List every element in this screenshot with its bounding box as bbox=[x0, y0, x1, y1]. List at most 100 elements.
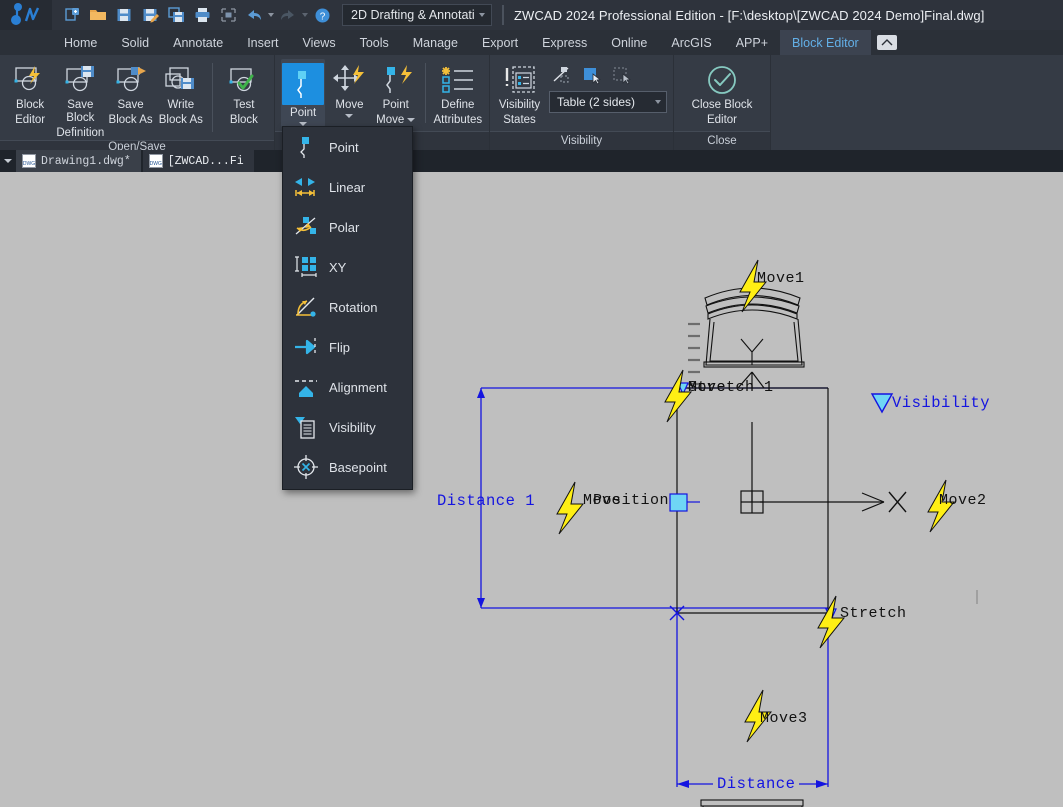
help-icon[interactable]: ? bbox=[310, 4, 334, 26]
make-invisible-icon[interactable] bbox=[549, 63, 575, 87]
close-block-editor-button[interactable]: Close Block Editor bbox=[680, 59, 764, 127]
tab-home[interactable]: Home bbox=[52, 30, 109, 55]
dwg-file-icon: DWG bbox=[22, 154, 36, 168]
action-bolt-stretch[interactable] bbox=[817, 595, 846, 649]
visibility-parameter-label: Visibility bbox=[892, 394, 991, 412]
point-parameter-button[interactable]: Point bbox=[281, 59, 326, 127]
tab-online[interactable]: Online bbox=[599, 30, 659, 55]
test-block-button[interactable]: Test Block bbox=[220, 59, 268, 127]
tab-annotate[interactable]: Annotate bbox=[161, 30, 235, 55]
write-block-as-icon bbox=[163, 63, 199, 97]
test-block-label-1: Test bbox=[233, 99, 255, 111]
minimize-ribbon-button[interactable] bbox=[876, 35, 897, 50]
visibility-states-button[interactable]: Visibility States bbox=[496, 59, 543, 127]
menu-item-label: Point bbox=[329, 139, 359, 155]
menu-item-flip[interactable]: Flip bbox=[283, 327, 412, 367]
menu-item-xy[interactable]: XY bbox=[283, 247, 412, 287]
workspace-label: 2D Drafting & Annotati bbox=[351, 8, 475, 22]
tab-express[interactable]: Express bbox=[530, 30, 599, 55]
plot-preview-icon[interactable] bbox=[216, 4, 240, 26]
menu-item-label: Basepoint bbox=[329, 459, 387, 475]
menu-item-point[interactable]: Point bbox=[283, 127, 412, 167]
new-file-icon[interactable] bbox=[60, 4, 84, 26]
document-tab-label: Drawing1.dwg* bbox=[41, 154, 131, 168]
define-attributes-button[interactable]: Define Attributes bbox=[433, 59, 483, 127]
workspace-selector[interactable]: 2D Drafting & Annotati bbox=[342, 4, 492, 26]
tab-export[interactable]: Export bbox=[470, 30, 530, 55]
visibility-parameter-icon bbox=[293, 414, 319, 440]
menu-item-alignment[interactable]: Alignment bbox=[283, 367, 412, 407]
menu-item-visibility[interactable]: Visibility bbox=[283, 407, 412, 447]
tab-tools[interactable]: Tools bbox=[348, 30, 401, 55]
menu-item-rotation[interactable]: Rotation bbox=[283, 287, 412, 327]
basepoint-parameter-icon bbox=[293, 454, 319, 480]
rotation-parameter-icon bbox=[293, 294, 319, 320]
block-editor-button[interactable]: Block Editor bbox=[6, 59, 54, 127]
tab-solid[interactable]: Solid bbox=[109, 30, 161, 55]
drawing-canvas[interactable]: Visibility Move1 Stretch 1 Move Distance… bbox=[0, 172, 1063, 807]
panel-title-close: Close bbox=[674, 131, 770, 150]
parameter-dropdown-menu[interactable]: Point Linear Polar XY Rotation Flip Alig… bbox=[282, 126, 413, 490]
menu-item-label: Polar bbox=[329, 219, 360, 235]
write-block-as-button[interactable]: Write Block As bbox=[157, 59, 205, 127]
app-logo[interactable] bbox=[0, 0, 52, 30]
print-icon[interactable] bbox=[190, 4, 214, 26]
make-visible-icon[interactable] bbox=[579, 63, 605, 87]
visibility-mode-icon[interactable] bbox=[609, 63, 635, 87]
polar-parameter-icon bbox=[293, 214, 319, 240]
doctab-menu-icon[interactable] bbox=[0, 150, 16, 172]
quick-access-toolbar: ? 2D Drafting & Annotati bbox=[60, 4, 492, 26]
menu-item-label: Alignment bbox=[329, 379, 387, 395]
tab-arcgis[interactable]: ArcGIS bbox=[659, 30, 723, 55]
write-block-as-label-1: Write bbox=[167, 99, 195, 111]
menu-item-basepoint[interactable]: Basepoint bbox=[283, 447, 412, 487]
tab-views[interactable]: Views bbox=[290, 30, 347, 55]
alignment-parameter-icon bbox=[293, 374, 319, 400]
visibility-grip[interactable] bbox=[870, 393, 894, 414]
tab-appplus[interactable]: APP+ bbox=[724, 30, 780, 55]
move-action-label: Move bbox=[335, 99, 364, 111]
block-editor-label-2: Editor bbox=[15, 114, 46, 126]
action-bolt-stretch1[interactable] bbox=[664, 369, 693, 423]
visibility-state-combo[interactable]: Table (2 sides) bbox=[549, 91, 667, 113]
tab-insert[interactable]: Insert bbox=[235, 30, 290, 55]
panel-title-visibility: Visibility bbox=[490, 131, 673, 150]
close-block-editor-label-1: Close Block bbox=[691, 99, 753, 111]
move2-x-marker bbox=[888, 491, 907, 513]
document-tab-final[interactable]: DWG [ZWCAD...Fi bbox=[142, 150, 254, 172]
panel-separator-params bbox=[424, 63, 426, 123]
define-attributes-icon bbox=[440, 63, 476, 97]
write-block-as-label-2: Block As bbox=[158, 114, 203, 126]
tab-manage[interactable]: Manage bbox=[401, 30, 470, 55]
tab-block-editor[interactable]: Block Editor bbox=[780, 30, 871, 55]
document-tab-drawing1[interactable]: DWG Drawing1.dwg* bbox=[16, 150, 141, 172]
save-block-definition-button[interactable]: Save Block Definition bbox=[56, 59, 104, 140]
document-tab-bar: DWG Drawing1.dwg* DWG [ZWCAD...Fi bbox=[0, 150, 1063, 172]
point-move-button[interactable]: Point Move bbox=[374, 59, 418, 127]
menu-item-linear[interactable]: Linear bbox=[283, 167, 412, 207]
move-dropdown-icon[interactable] bbox=[345, 114, 354, 118]
batch-plot-icon[interactable] bbox=[164, 4, 188, 26]
action-bolt-move-center[interactable] bbox=[556, 481, 585, 535]
stretch-tick-marks bbox=[688, 322, 700, 386]
save-block-as-button[interactable]: Save Block As bbox=[106, 59, 154, 127]
menu-item-label: Flip bbox=[329, 339, 350, 355]
open-folder-icon[interactable] bbox=[86, 4, 110, 26]
undo-dropdown-icon[interactable] bbox=[268, 13, 274, 17]
save-as-icon[interactable] bbox=[138, 4, 162, 26]
close-block-editor-icon bbox=[704, 63, 740, 97]
xy-grip-box bbox=[740, 490, 764, 514]
save-block-as-label-1: Save bbox=[117, 99, 144, 111]
move-action-icon bbox=[331, 63, 367, 97]
save-icon[interactable] bbox=[112, 4, 136, 26]
point-move-dropdown-icon[interactable] bbox=[407, 117, 416, 122]
distance-parameter-label: Distance bbox=[713, 775, 800, 793]
undo-icon[interactable] bbox=[242, 4, 266, 26]
move-action-label-overlap: Move bbox=[688, 379, 727, 396]
redo-icon[interactable] bbox=[276, 4, 300, 26]
menu-item-polar[interactable]: Polar bbox=[283, 207, 412, 247]
move-action-button[interactable]: Move bbox=[327, 59, 371, 127]
point-grip-center[interactable] bbox=[669, 493, 700, 512]
panel-separator bbox=[211, 63, 213, 132]
redo-dropdown-icon[interactable] bbox=[302, 13, 308, 17]
